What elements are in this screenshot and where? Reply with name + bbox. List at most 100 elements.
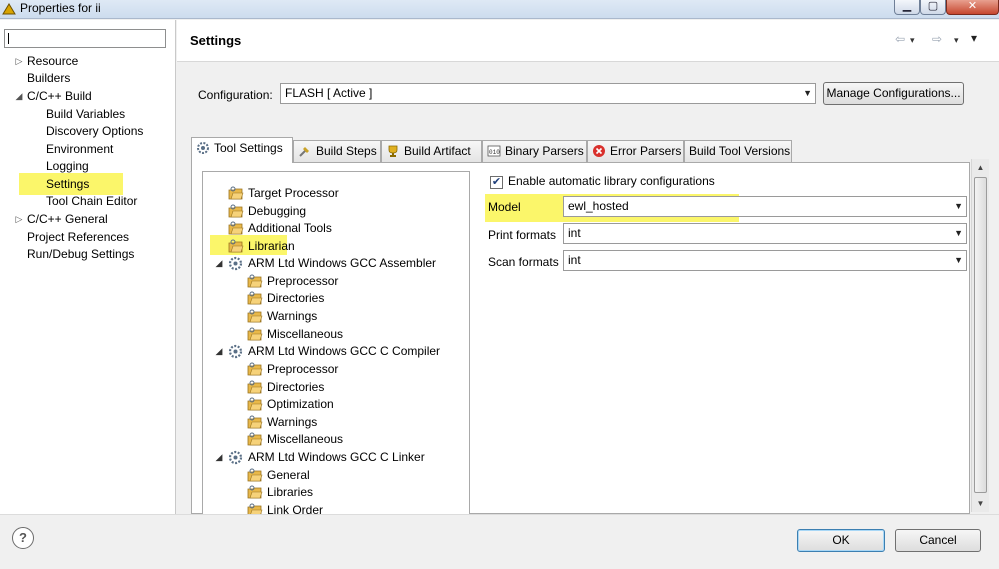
scan-formats-select[interactable]: int ▼	[563, 250, 967, 271]
forward-menu-icon[interactable]: ▾	[954, 35, 959, 46]
tree-item-gcc-c-linker[interactable]: ◢ ARM Ltd Windows GCC C Linker	[216, 449, 425, 466]
auto-library-config-checkbox[interactable]: ✔	[490, 176, 503, 189]
back-arrow-icon[interactable]: ⇦	[895, 32, 905, 46]
folder-icon	[247, 397, 263, 411]
cancel-button[interactable]: Cancel	[895, 529, 981, 552]
gear-icon	[228, 344, 243, 359]
sidebar-item-label: Tool Chain Editor	[46, 194, 138, 208]
tab-build-artifact[interactable]: Build Artifact	[381, 140, 482, 162]
sidebar-item-discovery-options[interactable]: Discovery Options	[46, 123, 143, 140]
sidebar-item-environment[interactable]: Environment	[46, 141, 113, 158]
tree-item-miscellaneous[interactable]: Miscellaneous	[247, 326, 344, 343]
sidebar-item-resource[interactable]: ▷ Resource	[16, 53, 79, 70]
close-icon: ✕	[967, 0, 978, 12]
tab-build-tool-versions[interactable]: Build Tool Versions	[684, 140, 792, 162]
expand-arrow-icon[interactable]: ▷	[14, 53, 24, 70]
scroll-up-icon[interactable]: ▲	[972, 159, 989, 176]
view-menu-icon[interactable]: ▾	[971, 31, 977, 45]
tree-item-label: General	[267, 468, 310, 482]
tab-label: Tool Settings	[214, 141, 283, 155]
folder-icon	[247, 485, 263, 499]
help-icon[interactable]: ?	[12, 527, 34, 549]
sidebar-item-label: C/C++ Build	[27, 89, 92, 103]
tree-item-librarian[interactable]: Librarian	[228, 238, 295, 255]
sidebar-item-tool-chain-editor[interactable]: Tool Chain Editor	[46, 193, 137, 210]
ok-button[interactable]: OK	[797, 529, 885, 552]
collapse-arrow-icon[interactable]: ◢	[214, 343, 224, 360]
tree-item-label: ARM Ltd Windows GCC C Linker	[248, 450, 425, 464]
tree-item-label: Miscellaneous	[267, 327, 344, 341]
forward-arrow-icon[interactable]: ⇨	[932, 32, 942, 46]
print-formats-select[interactable]: int ▼	[563, 223, 967, 244]
sidebar-item-label: Project References	[27, 230, 130, 244]
model-select[interactable]: ewl_hosted ▼	[563, 196, 967, 217]
title-bar: Properties for ii ▁ ▢ ✕	[0, 0, 999, 19]
tab-label: Binary Parsers	[505, 144, 584, 158]
sidebar-item-cpp-general[interactable]: ▷ C/C++ General	[16, 211, 108, 228]
folder-icon	[228, 186, 244, 200]
scroll-down-icon[interactable]: ▼	[972, 495, 989, 512]
tree-item-warnings[interactable]: Warnings	[247, 414, 317, 431]
minimize-button[interactable]: ▁	[894, 0, 920, 15]
folder-icon	[247, 309, 263, 323]
back-menu-icon[interactable]: ▾	[910, 35, 915, 46]
tree-item-directories[interactable]: Directories	[247, 290, 325, 307]
scan-formats-value: int	[568, 253, 581, 267]
sidebar-item-settings[interactable]: Settings	[46, 176, 89, 193]
tree-item-label: Directories	[267, 291, 325, 305]
tree-item-label: Optimization	[267, 397, 334, 411]
tree-item-label: Librarian	[248, 239, 295, 253]
tab-tool-settings[interactable]: Tool Settings	[191, 137, 293, 163]
configuration-select[interactable]: FLASH [ Active ] ▼	[280, 83, 816, 104]
tab-error-parsers[interactable]: Error Parsers	[587, 140, 684, 162]
collapse-arrow-icon[interactable]: ◢	[214, 255, 224, 272]
sidebar-item-run-debug-settings[interactable]: Run/Debug Settings	[27, 246, 134, 263]
close-button[interactable]: ✕	[946, 0, 999, 15]
maximize-button[interactable]: ▢	[920, 0, 946, 15]
tree-item-label: Libraries	[267, 485, 314, 499]
tree-item-preprocessor[interactable]: Preprocessor	[247, 273, 338, 290]
sidebar-item-project-references[interactable]: Project References	[27, 229, 129, 246]
vertical-scrollbar[interactable]: ▲ ▼	[971, 159, 989, 512]
collapse-arrow-icon[interactable]: ◢	[214, 449, 224, 466]
sidebar-item-cpp-build[interactable]: ◢ C/C++ Build	[16, 88, 92, 105]
folder-icon	[247, 380, 263, 394]
tree-item-miscellaneous[interactable]: Miscellaneous	[247, 431, 344, 448]
tree-item-debugging[interactable]: Debugging	[228, 203, 306, 220]
sidebar-item-build-variables[interactable]: Build Variables	[46, 106, 125, 123]
filter-input[interactable]	[4, 29, 166, 48]
model-label: Model	[488, 200, 521, 214]
manage-configurations-button[interactable]: Manage Configurations...	[823, 82, 964, 105]
print-formats-value: int	[568, 226, 581, 240]
sidebar-item-label: Builders	[27, 71, 71, 85]
tab-binary-parsers[interactable]: 010 Binary Parsers	[482, 140, 587, 162]
checkmark-icon: ✔	[491, 176, 502, 188]
sidebar-item-builders[interactable]: Builders	[27, 70, 70, 87]
folder-icon	[247, 415, 263, 429]
tree-item-label: ARM Ltd Windows GCC Assembler	[248, 256, 437, 270]
tree-item-gcc-assembler[interactable]: ◢ ARM Ltd Windows GCC Assembler	[216, 255, 437, 272]
folder-icon	[247, 291, 263, 305]
tree-item-directories[interactable]: Directories	[247, 379, 324, 396]
tab-label: Build Tool Versions	[689, 144, 791, 158]
tool-settings-panel: Target Processor Debugging Additional To…	[191, 162, 970, 515]
tree-item-warnings[interactable]: Warnings	[247, 308, 317, 325]
tree-item-target-processor[interactable]: Target Processor	[228, 185, 339, 202]
dropdown-arrow-icon: ▼	[954, 228, 963, 238]
scroll-thumb[interactable]	[974, 177, 987, 493]
tree-item-libraries[interactable]: Libraries	[247, 484, 314, 501]
folder-icon	[247, 362, 263, 376]
print-formats-label: Print formats	[488, 228, 557, 242]
tree-item-label: Miscellaneous	[267, 432, 344, 446]
tree-item-optimization[interactable]: Optimization	[247, 396, 334, 413]
tree-item-preprocessor[interactable]: Preprocessor	[247, 361, 338, 378]
tree-item-gcc-c-compiler[interactable]: ◢ ARM Ltd Windows GCC C Compiler	[216, 343, 440, 360]
dropdown-arrow-icon: ▼	[954, 201, 963, 211]
sidebar-item-label: Discovery Options	[46, 124, 144, 138]
tree-item-general[interactable]: General	[247, 467, 310, 484]
expand-arrow-icon[interactable]: ▷	[14, 211, 24, 228]
tab-build-steps[interactable]: Build Steps	[293, 140, 381, 162]
scan-formats-label: Scan formats	[488, 255, 559, 269]
collapse-arrow-icon[interactable]: ◢	[14, 88, 24, 105]
folder-icon	[228, 221, 244, 235]
